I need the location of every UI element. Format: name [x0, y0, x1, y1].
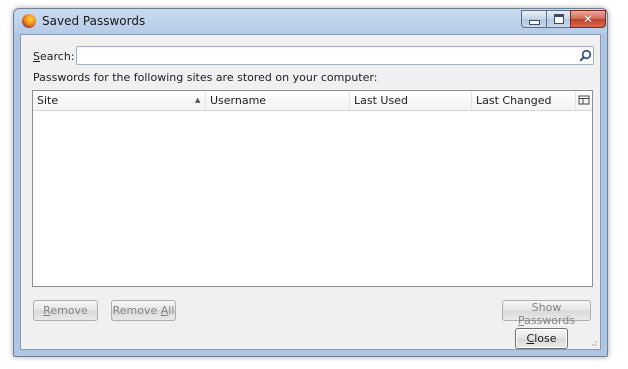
show-passwords-button[interactable]: Show Passwords	[502, 300, 591, 327]
table-header: Site ▲ Username Last Used Last Changed	[33, 91, 592, 111]
column-picker-icon[interactable]	[578, 94, 590, 106]
title-bar[interactable]: Saved Passwords ✕	[14, 9, 607, 33]
window-title: Saved Passwords	[42, 14, 146, 28]
magnifier-icon[interactable]	[579, 49, 592, 62]
info-text: Passwords for the following sites are st…	[33, 71, 378, 84]
table-body[interactable]	[33, 110, 592, 286]
close-button[interactable]: Close	[515, 328, 568, 349]
resize-grip-icon[interactable]	[588, 337, 598, 347]
column-label-site: Site	[37, 94, 59, 107]
dialog-body: Search: Passwords for the following site…	[20, 34, 601, 350]
column-header-site[interactable]: Site ▲	[33, 91, 206, 110]
saved-passwords-window: Saved Passwords ✕ Search: Passwords for …	[13, 8, 608, 357]
passwords-table: Site ▲ Username Last Used Last Changed	[32, 90, 593, 287]
column-label-username: Username	[210, 94, 267, 107]
column-label-last-used: Last Used	[354, 94, 408, 107]
column-header-last-used[interactable]: Last Used	[350, 91, 472, 110]
remove-all-button[interactable]: Remove All	[111, 300, 176, 321]
maximize-button[interactable]	[546, 10, 571, 28]
search-input[interactable]	[76, 46, 594, 65]
column-header-last-changed[interactable]: Last Changed	[472, 91, 576, 110]
close-icon: ✕	[582, 12, 594, 26]
remove-button[interactable]: Remove	[33, 300, 98, 321]
column-header-username[interactable]: Username	[206, 91, 350, 110]
minimize-icon	[528, 19, 540, 25]
maximize-icon	[553, 14, 564, 24]
column-label-last-changed: Last Changed	[476, 94, 552, 107]
search-label: Search:	[33, 50, 75, 63]
firefox-icon	[22, 14, 36, 28]
close-window-button[interactable]: ✕	[570, 10, 606, 28]
minimize-button[interactable]	[521, 10, 547, 28]
sort-ascending-icon: ▲	[195, 96, 201, 104]
